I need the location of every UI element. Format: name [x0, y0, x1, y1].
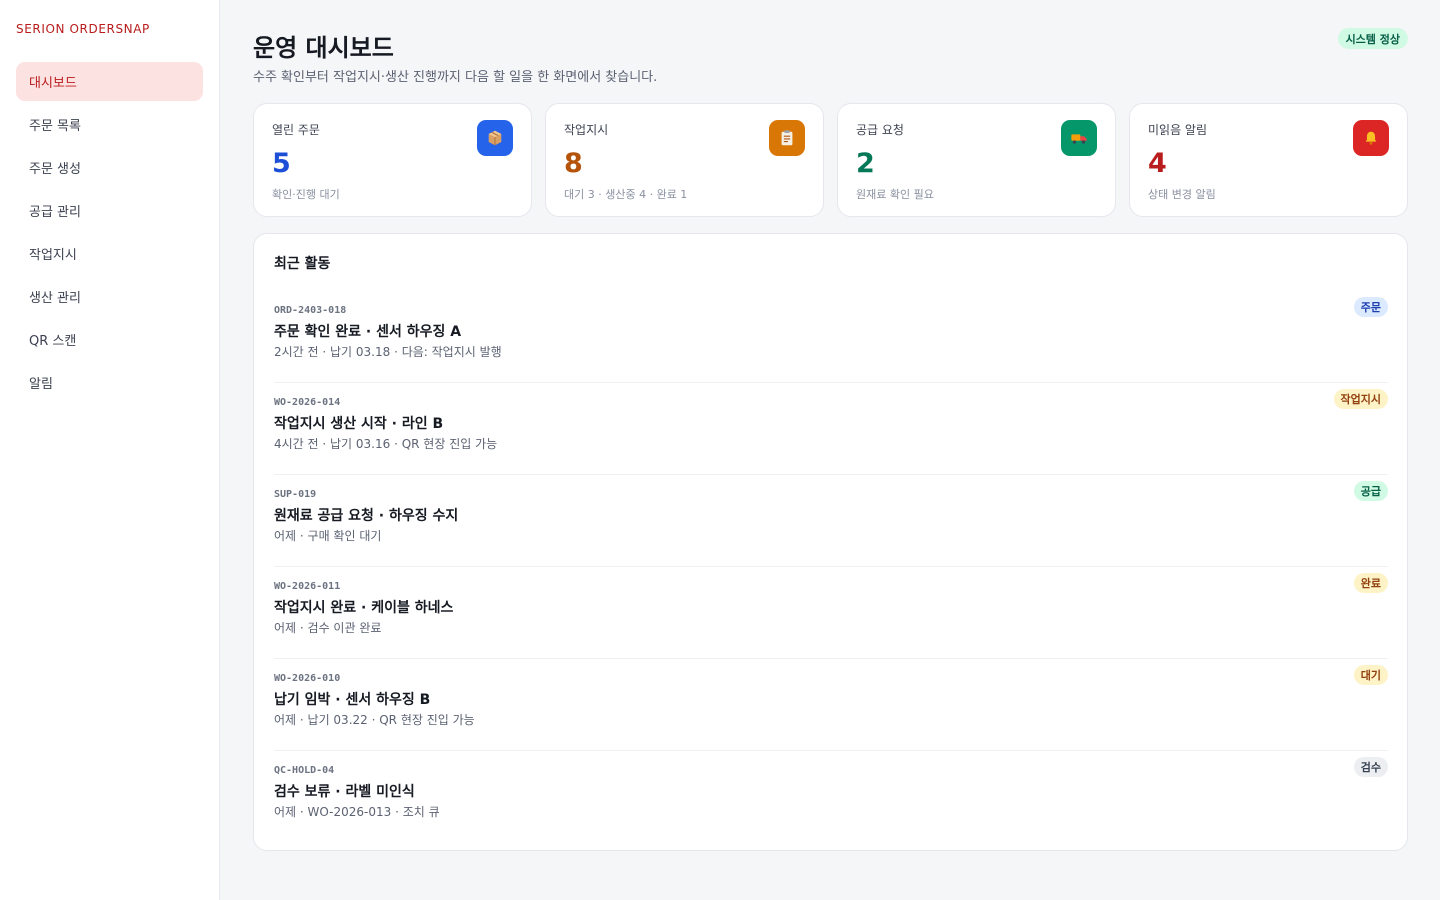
- activity-title: 납기 임박 · 센서 하우징 B: [274, 692, 431, 708]
- list-item[interactable]: ORD-2403-018 주문 확인 완료 · 센서 하우징 A 2시간 전 ·…: [274, 291, 1388, 383]
- activity-list: ORD-2403-018 주문 확인 완료 · 센서 하우징 A 2시간 전 ·…: [274, 291, 1388, 843]
- activity-meta: 어제 · WO-2026-013 · 조치 큐: [274, 805, 440, 819]
- card-value: 4: [1148, 148, 1167, 179]
- brand-logo[interactable]: SERION ORDERSNAP: [16, 22, 150, 36]
- card-supply-requests[interactable]: 공급 요청 2 원재료 확인 필요: [837, 103, 1116, 217]
- activity-code: WO-2026-010: [274, 673, 341, 684]
- category-tag: 작업지시: [1333, 389, 1388, 409]
- clipboard-icon: [769, 120, 805, 156]
- list-item[interactable]: SUP-019 원재료 공급 요청 · 하우징 수지 어제 · 구매 확인 대기…: [274, 475, 1388, 567]
- activity-code: ORD-2403-018: [274, 305, 347, 316]
- card-label: 미읽음 알림: [1148, 123, 1208, 137]
- page-subtitle: 수주 확인부터 작업지시·생산 진행까지 다음 할 일을 한 화면에서 찾습니다…: [253, 70, 658, 85]
- card-label: 작업지시: [564, 123, 609, 137]
- list-item[interactable]: WO-2026-014 작업지시 생산 시작 · 라인 B 4시간 전 · 납기…: [274, 383, 1388, 475]
- list-item[interactable]: WO-2026-010 납기 임박 · 센서 하우징 B 어제 · 납기 03.…: [274, 659, 1388, 751]
- activity-title: 주문 확인 완료 · 센서 하우징 A: [274, 324, 462, 340]
- sidebar-item-order-list[interactable]: 주문 목록: [16, 105, 203, 144]
- sidebar-item-work-orders[interactable]: 작업지시: [16, 234, 203, 273]
- summary-cards: 열린 주문 5 확인·진행 대기 작업지시 8 대기 3 · 생산중 4 · 완…: [253, 103, 1408, 217]
- card-value: 8: [564, 148, 583, 179]
- activity-meta: 어제 · 검수 이관 완료: [274, 621, 382, 635]
- sidebar-item-notifications[interactable]: 알림: [16, 363, 203, 402]
- activity-meta: 어제 · 구매 확인 대기: [274, 529, 382, 543]
- activity-title: 작업지시 생산 시작 · 라인 B: [274, 416, 444, 432]
- truck-icon: [1061, 120, 1097, 156]
- card-unread-alerts[interactable]: 미읽음 알림 4 상태 변경 알림: [1129, 103, 1408, 217]
- activity-code: SUP-019: [274, 489, 317, 500]
- card-hint: 확인·진행 대기: [272, 188, 340, 201]
- card-hint: 대기 3 · 생산중 4 · 완료 1: [564, 188, 688, 201]
- card-open-orders[interactable]: 열린 주문 5 확인·진행 대기: [253, 103, 532, 217]
- card-hint: 상태 변경 알림: [1148, 188, 1216, 201]
- activity-code: WO-2026-014: [274, 397, 341, 408]
- activity-meta: 2시간 전 · 납기 03.18 · 다음: 작업지시 발행: [274, 345, 502, 359]
- sidebar-item-qr-scan[interactable]: QR 스캔: [16, 320, 203, 359]
- list-item[interactable]: WO-2026-011 작업지시 완료 · 케이블 하네스 어제 · 검수 이관…: [274, 567, 1388, 659]
- bell-icon: [1353, 120, 1389, 156]
- card-label: 공급 요청: [856, 123, 904, 137]
- sidebar-item-order-create[interactable]: 주문 생성: [16, 148, 203, 187]
- recent-activity-panel: 최근 활동 ORD-2403-018 주문 확인 완료 · 센서 하우징 A 2…: [253, 233, 1408, 851]
- sidebar-item-production[interactable]: 생산 관리: [16, 277, 203, 316]
- status-badge: 시스템 정상: [1337, 28, 1408, 49]
- activity-title: 작업지시 완료 · 케이블 하네스: [274, 600, 454, 616]
- activity-title: 검수 보류 · 라벨 미인식: [274, 784, 415, 800]
- category-tag: 주문: [1353, 297, 1388, 317]
- sidebar-item-dashboard[interactable]: 대시보드: [16, 62, 203, 101]
- category-tag: 공급: [1353, 481, 1388, 501]
- list-item[interactable]: QC-HOLD-04 검수 보류 · 라벨 미인식 어제 · WO-2026-0…: [274, 751, 1388, 843]
- activity-code: QC-HOLD-04: [274, 765, 335, 776]
- sidebar-nav: 대시보드 주문 목록 주문 생성 공급 관리 작업지시 생산 관리 QR 스캔 …: [16, 62, 203, 406]
- category-tag: 완료: [1353, 573, 1388, 593]
- card-value: 5: [272, 148, 291, 179]
- activity-meta: 어제 · 납기 03.22 · QR 현장 진입 가능: [274, 713, 475, 727]
- page-title: 운영 대시보드: [253, 34, 394, 62]
- card-work-orders[interactable]: 작업지시 8 대기 3 · 생산중 4 · 완료 1: [545, 103, 824, 217]
- card-value: 2: [856, 148, 875, 179]
- activity-code: WO-2026-011: [274, 581, 341, 592]
- sidebar: SERION ORDERSNAP 대시보드 주문 목록 주문 생성 공급 관리 …: [0, 0, 220, 900]
- card-hint: 원재료 확인 필요: [856, 188, 934, 201]
- activity-title: 원재료 공급 요청 · 하우징 수지: [274, 508, 459, 524]
- section-title: 최근 활동: [274, 256, 331, 272]
- category-tag: 대기: [1353, 665, 1388, 685]
- card-label: 열린 주문: [272, 123, 320, 137]
- package-icon: [477, 120, 513, 156]
- activity-meta: 4시간 전 · 납기 03.16 · QR 현장 진입 가능: [274, 437, 498, 451]
- sidebar-item-supply[interactable]: 공급 관리: [16, 191, 203, 230]
- category-tag: 검수: [1353, 757, 1388, 777]
